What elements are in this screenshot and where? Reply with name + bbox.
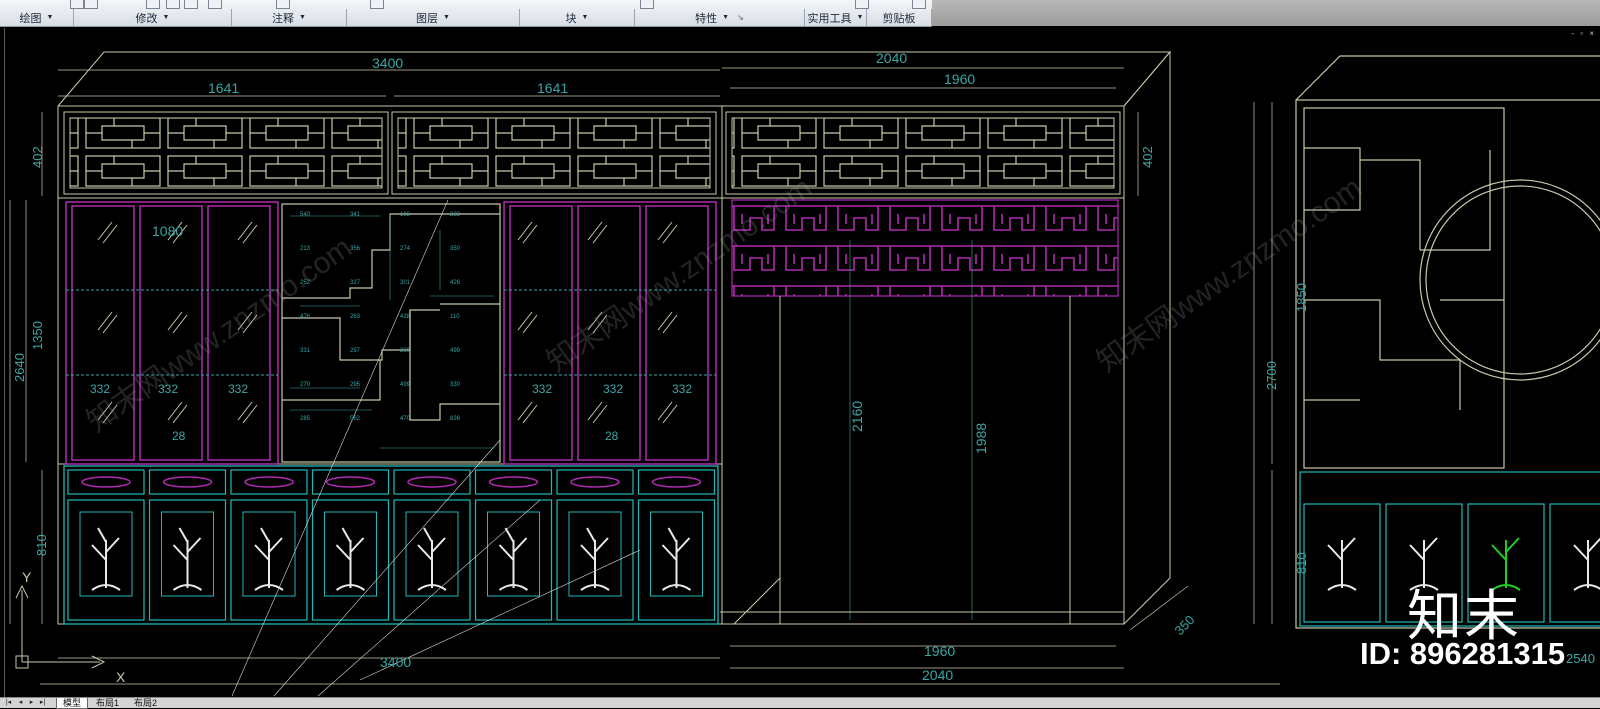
dim-total-height: 2640 [12,353,27,382]
carved-plant [580,527,610,591]
drawer-carving [570,476,620,488]
drawer-carving [244,476,294,488]
shelf-dimension-label: 350 [450,246,461,252]
shelf-dimension-label: 295 [350,382,361,388]
shelf-dimension-label: 223 [450,212,461,218]
next-tab-icon[interactable]: ▸ [27,698,36,706]
shelf-dimension-label: 297 [350,348,361,354]
shelf-dimension-label: 270 [300,382,311,388]
drawer-carving [81,476,131,488]
dim-cabinet-height: 1350 [30,321,45,350]
dim-gap: 28 [605,429,619,443]
shelf-dimension-label: 428 [400,314,411,320]
first-tab-icon[interactable]: |◂ [4,698,13,706]
shelf-dimension-label: 330 [450,382,461,388]
shelf-dimension-label: 230 [400,348,411,354]
dim-side-height-total: 2700 [1264,361,1279,390]
dim-overall-width: 3400 [372,55,403,71]
shelf-dimension-label: 274 [400,246,411,252]
dim-bottom-arch-inner: 1960 [924,643,955,659]
drawer-front [230,469,308,495]
shelf-dimension-label: 476 [300,314,311,320]
drawer-front [393,469,471,495]
dim-door: 332 [603,382,623,396]
prev-tab-icon[interactable]: ◂ [16,698,25,706]
dim-top-depth: 2040 [876,50,907,66]
carved-plant [254,527,284,591]
dim-door: 332 [228,382,248,396]
dim-bottom-arch-outer: 2040 [922,667,953,683]
carved-plant [498,527,529,591]
dim-header-right: 402 [1140,146,1155,168]
moon-window [1419,179,1600,381]
drawer-front [474,469,553,495]
dim-side-height-upper: 1850 [1294,283,1309,312]
asset-id: ID: 896281315 [1360,636,1566,671]
top-perspective-line [57,51,1172,107]
carved-plant [172,527,203,591]
drawer-carving [407,476,457,488]
shelf-dimension-label: 562 [350,416,361,422]
dim-arch-inner-height: 1988 [973,423,989,454]
shelf-dimension-label: 331 [300,348,311,354]
dim-side-partial: 2540 [1566,651,1595,666]
drawer-front [67,469,145,495]
drawer-carving [325,476,376,488]
carved-plant [661,527,692,591]
shelf-dimension-label: 499 [450,348,461,354]
shelf-dimension-label: 540 [300,212,311,218]
base-panels [67,469,1600,623]
dim-arch-inner-top: 1960 [944,71,975,87]
drawer-carving [651,476,702,488]
dim-door: 332 [532,382,552,396]
lattice-pattern [397,117,711,189]
carved-plant [417,527,447,591]
dim-left-half: 1641 [208,80,239,96]
moon-gate [720,199,1124,625]
shelf-dimension-label: 470 [400,416,411,422]
shelf-dimension-label: 499 [400,382,411,388]
dim-side-depth: 350 [1172,612,1198,638]
dim-door: 332 [672,382,692,396]
shelf-dimension-label: 168 [400,212,411,218]
carved-plant [1573,537,1600,591]
axis-y-label: Y [22,569,32,585]
dim-header-left: 402 [30,146,45,168]
shelf-dimension-label: 110 [450,314,460,320]
dim-bottom-width: 3400 [380,654,411,670]
shelf-dimension-label: 285 [300,416,311,422]
drawer-front [148,469,227,495]
drawer-carving [488,476,539,488]
tab-model[interactable]: 模型 [56,698,89,709]
shelf-dimension-label: 263 [350,314,361,320]
cad-drawing: 3400 1641 1641 2040 1960 402 402 1080 13… [9,50,1600,697]
ucs-icon [15,584,106,669]
shelf-dimension-label: 426 [450,280,461,286]
side-cabinet-door [1549,503,1600,623]
dim-base-height: 810 [34,534,49,556]
carved-plant [91,527,121,591]
dim-side-base: 810 [1294,552,1309,574]
dim-glass-width: 1080 [152,223,183,239]
drawer-front [637,469,716,495]
base-cabinets [63,465,719,625]
dim-arch-height: 2160 [849,401,865,432]
drawer-carving [162,476,213,488]
shelf-dimension-label: 836 [450,416,461,422]
lattice-pattern [69,117,383,189]
carved-plant [1327,537,1357,591]
dim-right-half: 1641 [537,80,568,96]
carved-plant [335,527,366,591]
shelf-dimension-label: 341 [350,212,361,218]
dim-gap: 28 [172,429,186,443]
drawer-front [556,469,634,495]
axis-x-label: X [116,669,126,685]
layout-tabs-bar: |◂ ◂ ▸ ▸| 模型 布局1 布局2 [0,697,1600,709]
last-tab-icon[interactable]: ▸| [38,698,47,706]
shelf-dimension-label: 301 [400,280,411,286]
drawer-front [311,469,390,495]
shelf-dimension-label: 327 [350,280,361,286]
